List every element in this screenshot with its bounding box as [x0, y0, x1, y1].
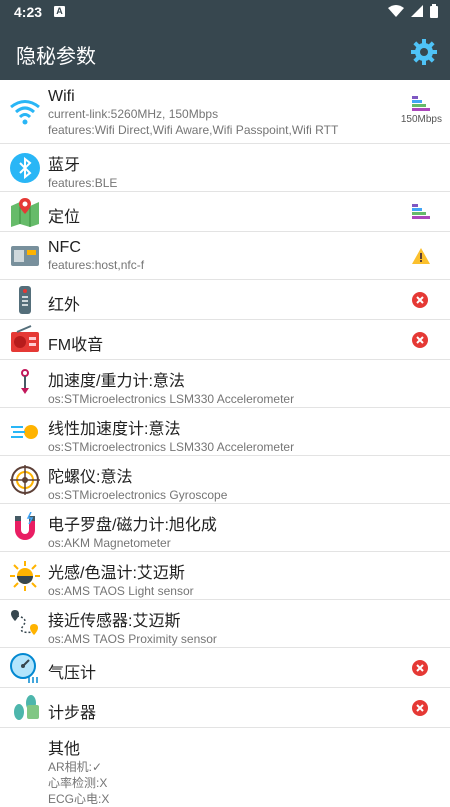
app-bar: 隐秘参数 [0, 24, 450, 80]
item-name: Wifi [48, 88, 75, 105]
gravity-pendulum-icon [21, 369, 29, 394]
item-detail: current-link:5260MHz, 150Mbps [48, 107, 219, 121]
item-name: 蓝牙 [48, 157, 81, 174]
settings-gear-icon[interactable] [410, 38, 438, 66]
list-item-location[interactable]: 定位 [0, 192, 450, 232]
warning-icon [412, 248, 430, 264]
item-detail: features:BLE [48, 176, 118, 190]
list-item-accelerometer[interactable]: 加速度/重力计:意法 os:STMicroelectronics LSM330 … [0, 360, 450, 408]
barometer-gauge-icon [10, 653, 38, 683]
item-name: 线性加速度计:意法 [48, 421, 181, 438]
list-item-bluetooth[interactable]: 蓝牙 features:BLE [0, 144, 450, 192]
item-detail: 心率检测:X [48, 776, 108, 790]
list-item-barometer[interactable]: 气压计 [0, 648, 450, 688]
page-title: 隐秘参数 [16, 46, 96, 68]
item-detail: os:AMS TAOS Proximity sensor [48, 632, 217, 646]
notification-icon: A [54, 6, 65, 17]
item-name: 电子罗盘/磁力计:旭化成 [48, 517, 217, 534]
list-item-others[interactable]: 其他 AR相机:✓ 心率检测:X ECG心电:X [0, 728, 450, 806]
status-time: 4:23 [14, 4, 43, 20]
list-item-step-counter[interactable]: 计步器 [0, 688, 450, 728]
item-name: FM收音 [48, 337, 104, 354]
radio-icon [11, 325, 39, 352]
item-detail: ECG心电:X [48, 792, 110, 806]
wifi-signal-icon [388, 5, 404, 17]
speed-bars-icon [412, 96, 430, 111]
feature-list: Wifi current-link:5260MHz, 150Mbps featu… [0, 80, 450, 806]
list-item-light-sensor[interactable]: 光感/色温计:艾迈斯 os:AMS TAOS Light sensor [0, 552, 450, 600]
bluetooth-icon [10, 153, 40, 183]
item-name: 计步器 [48, 705, 97, 722]
unsupported-icon [412, 292, 428, 308]
item-name: NFC [48, 239, 81, 256]
item-name: 红外 [48, 297, 81, 314]
list-item-gyroscope[interactable]: 陀螺仪:意法 os:STMicroelectronics Gyroscope [0, 456, 450, 504]
route-pins-icon [11, 610, 38, 635]
nfc-card-icon [11, 246, 39, 266]
item-name: 光感/色温计:艾迈斯 [48, 565, 185, 582]
signal-bars-icon [412, 204, 430, 219]
item-name: 陀螺仪:意法 [48, 469, 133, 486]
cell-signal-icon [411, 5, 423, 17]
item-name: 气压计 [48, 665, 97, 682]
unsupported-icon [412, 332, 428, 348]
map-location-icon [11, 198, 39, 227]
status-bar: 4:23 A [0, 0, 450, 24]
item-detail: os:AKM Magnetometer [48, 536, 171, 550]
gyroscope-icon [10, 465, 40, 495]
wifi-icon [10, 100, 40, 125]
item-name: 接近传感器:艾迈斯 [48, 613, 181, 630]
light-sun-icon [10, 561, 40, 591]
item-detail: features:host,nfc-f [48, 258, 145, 272]
item-detail: os:AMS TAOS Light sensor [48, 584, 194, 598]
speed-motion-icon [11, 425, 38, 439]
list-item-nfc[interactable]: NFC features:host,nfc-f [0, 232, 450, 280]
speed-label: 150Mbps [400, 114, 442, 125]
list-item-linear-accelerometer[interactable]: 线性加速度计:意法 os:STMicroelectronics LSM330 A… [0, 408, 450, 456]
unsupported-icon [412, 700, 428, 716]
item-detail: os:STMicroelectronics Gyroscope [48, 488, 228, 502]
item-name: 定位 [48, 209, 81, 226]
list-item-wifi[interactable]: Wifi current-link:5260MHz, 150Mbps featu… [0, 80, 450, 144]
list-item-proximity-sensor[interactable]: 接近传感器:艾迈斯 os:AMS TAOS Proximity sensor [0, 600, 450, 648]
item-detail: AR相机:✓ [48, 760, 103, 774]
unsupported-icon [412, 660, 428, 676]
item-detail: os:STMicroelectronics LSM330 Acceleromet… [48, 392, 295, 406]
list-item-fm-radio[interactable]: FM收音 [0, 320, 450, 360]
item-name: 加速度/重力计:意法 [48, 373, 185, 390]
item-detail: features:Wifi Direct,Wifi Aware,Wifi Pas… [48, 123, 339, 137]
item-name: 其他 [48, 741, 81, 758]
magnet-icon [15, 512, 35, 540]
list-item-infrared[interactable]: 红外 [0, 280, 450, 320]
item-detail: os:STMicroelectronics LSM330 Acceleromet… [48, 440, 295, 454]
list-item-magnetometer[interactable]: 电子罗盘/磁力计:旭化成 os:AKM Magnetometer [0, 504, 450, 552]
remote-control-icon [19, 286, 31, 314]
battery-icon [430, 4, 438, 18]
footsteps-icon [14, 695, 39, 720]
